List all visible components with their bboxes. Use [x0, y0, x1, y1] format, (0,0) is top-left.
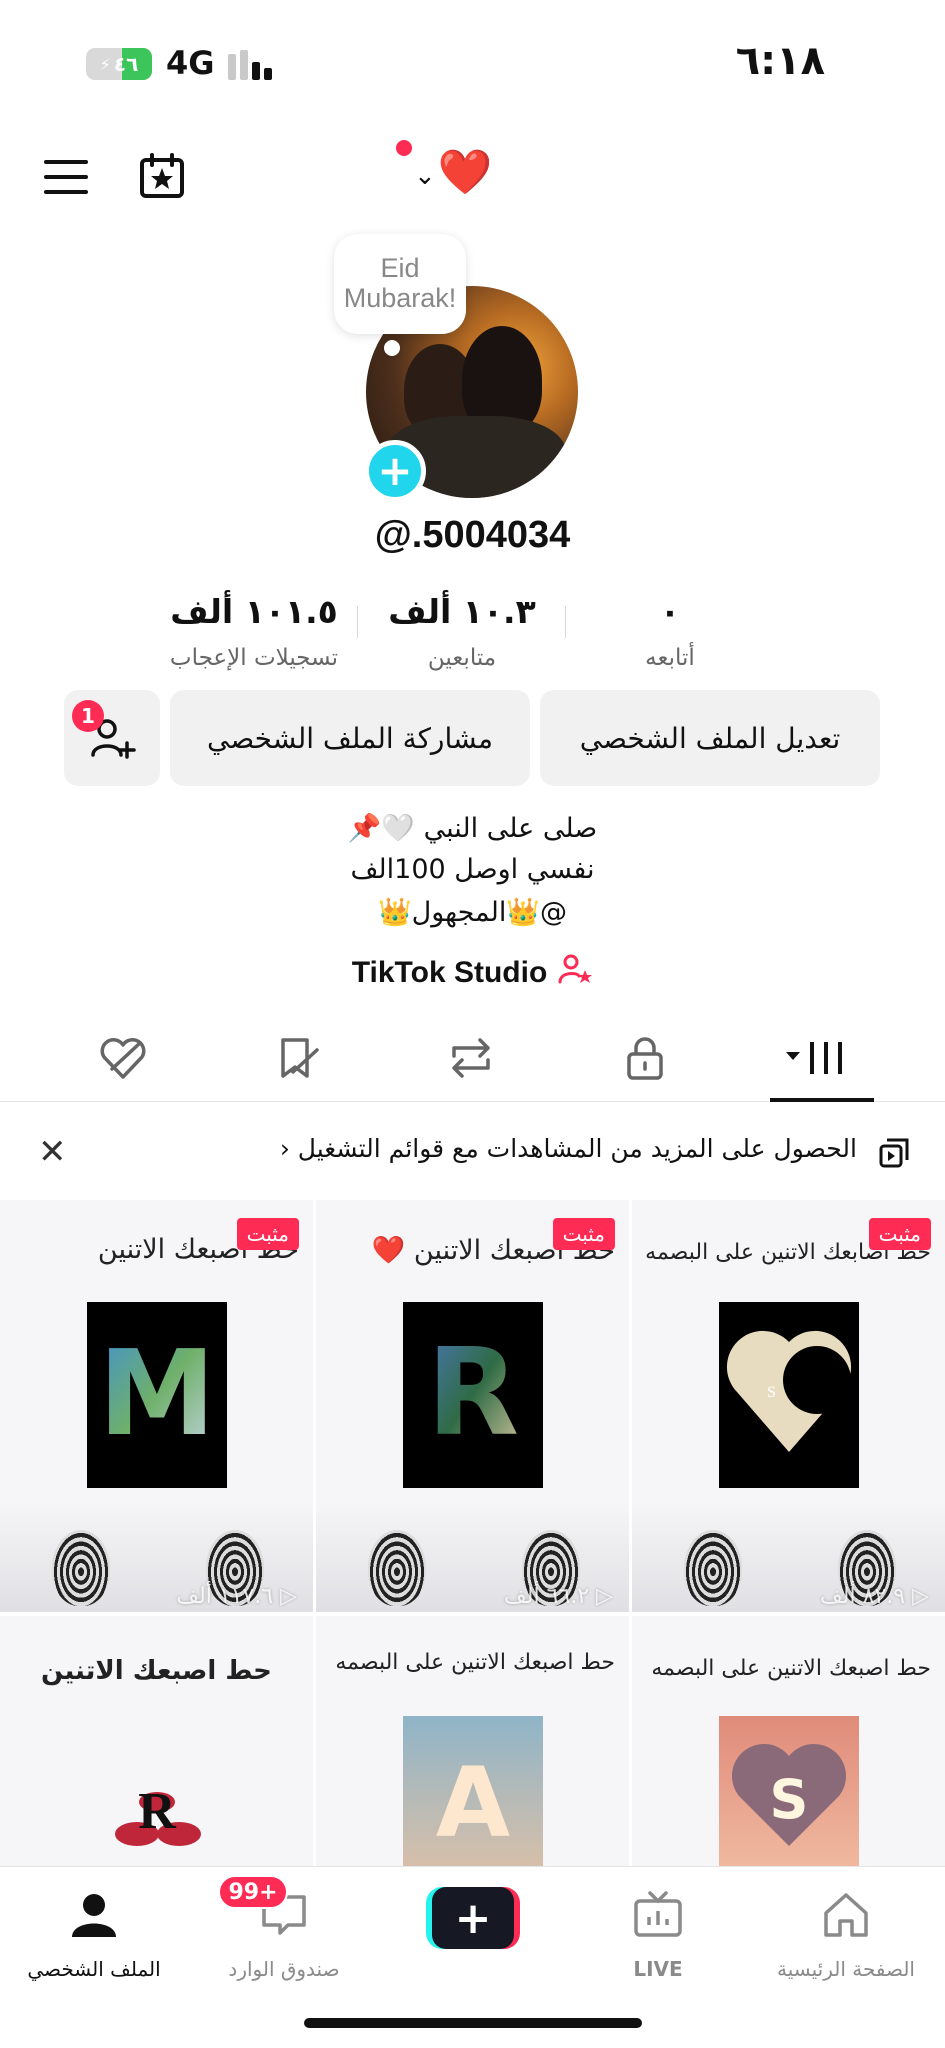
nav-profile[interactable]: الملف الشخصي — [4, 1879, 184, 1989]
status-bar: ⚡ ٤٦ 4G ٦:١٨ — [0, 0, 945, 120]
active-tab-indicator — [770, 1098, 874, 1102]
tab-liked[interactable] — [88, 1028, 158, 1088]
tiktok-studio-link[interactable]: TikTok Studio — [0, 952, 945, 994]
bookmark-hidden-icon — [281, 1038, 319, 1078]
video-tile[interactable]: حط اصبعك الاتنين على البصمه A — [316, 1616, 629, 1866]
video-thumbnail: A — [402, 1716, 543, 1866]
nav-home-label: الصفحة الرئيسية — [777, 1957, 915, 1981]
playlist-banner-link[interactable]: الحصول على المزيد من المشاهدات مع قوائم … — [280, 1134, 857, 1163]
video-tile[interactable]: حط اصبعك الاتنين R — [0, 1616, 313, 1866]
fingerprint-icon — [52, 1530, 110, 1606]
bubble-tail — [384, 340, 400, 356]
status-bubble[interactable]: Eid Mubarak! — [334, 234, 466, 334]
bio-line: نفسي اوصل 100الف — [350, 854, 595, 885]
home-indicator — [304, 2018, 642, 2028]
create-button[interactable]: + — [426, 1887, 520, 1949]
video-caption: حط اصبعك الاتنين — [41, 1656, 272, 1686]
bio-line: @👑المجهول👑 — [377, 897, 567, 928]
video-thumbnail: R — [87, 1716, 227, 1866]
video-grid: حط اصابعك الاتنين على البصمه مثبت S ▷ ٨٢… — [0, 1200, 945, 1866]
repost-icon — [452, 1038, 490, 1078]
account-switcher[interactable]: ⌄ ❤️ — [396, 136, 493, 208]
playlist-icon — [879, 1138, 909, 1168]
video-thumbnail: M — [86, 1302, 227, 1488]
tab-favorites[interactable] — [262, 1028, 332, 1088]
view-count: ▷ ٦٦.٢ ألف — [504, 1584, 613, 1609]
friend-request-badge: 1 — [72, 700, 104, 732]
chevron-left-icon: ‹ — [279, 1134, 290, 1163]
likes-count: ١٠١.٥ ألف — [170, 592, 338, 631]
pinned-badge: مثبت — [552, 1218, 615, 1250]
tab-reposts[interactable] — [436, 1028, 506, 1088]
thumbnail-letter: S — [769, 1768, 808, 1831]
account-emoji: ❤️ — [437, 147, 493, 198]
pinned-badge: مثبت — [236, 1218, 299, 1250]
followers-count: ١٠.٣ ألف — [388, 592, 536, 631]
calendar-star-icon[interactable] — [138, 152, 186, 200]
thumbnail-letter: M — [98, 1324, 215, 1462]
followers-stat[interactable]: ١٠.٣ ألف متابعين — [358, 592, 566, 682]
live-tv-icon — [634, 1891, 682, 1937]
video-tile[interactable]: حط اصبعك الاتنين على البصمه S — [632, 1616, 945, 1866]
view-count: ▷ ١١٧.٦ ألف — [176, 1584, 297, 1609]
video-tile[interactable]: حط اصبعك الاتنين مثبت M ▷ ١١٧.٦ ألف — [0, 1200, 313, 1612]
nav-live-label: LIVE — [633, 1957, 683, 1981]
tab-videos[interactable] — [784, 1028, 854, 1088]
signal-icon — [228, 48, 272, 80]
thumbnail-letter: R — [138, 1783, 177, 1840]
fingerprint-icon — [368, 1530, 426, 1606]
username: @.5004034 — [374, 514, 571, 556]
close-icon[interactable]: ✕ — [38, 1132, 67, 1172]
inbox-badge: 99+ — [218, 1875, 288, 1909]
playlist-banner: ✕ الحصول على المزيد من المشاهدات مع قوائ… — [0, 1104, 945, 1200]
thumbnail-letter: R — [426, 1324, 518, 1463]
video-caption: حط اصبعك الاتنين على البصمه — [335, 1650, 615, 1675]
chevron-down-icon: ⌄ — [414, 161, 436, 191]
add-story-button[interactable]: + — [364, 440, 426, 502]
video-thumbnail: R — [402, 1302, 543, 1488]
lock-icon — [627, 1037, 663, 1080]
following-count: ٠ — [659, 592, 681, 631]
likes-label: تسجيلات الإعجاب — [169, 645, 339, 671]
nav-profile-label: الملف الشخصي — [27, 1957, 161, 1981]
heart-hidden-icon — [100, 1038, 146, 1079]
battery-text: ٤٦ — [113, 52, 139, 76]
status-time: ٦:١٨ — [735, 38, 825, 84]
view-count: ▷ ٨٢.٩ ألف — [820, 1584, 929, 1609]
home-icon — [824, 1893, 868, 1937]
video-thumbnail: S — [718, 1302, 859, 1488]
thumbnail-letter: S — [767, 1384, 776, 1401]
nav-inbox-label: صندوق الوارد — [228, 1957, 340, 1981]
profile-stats: ٠ أتابعه ١٠.٣ ألف متابعين ١٠١.٥ ألف تسجي… — [150, 592, 774, 682]
edit-profile-button[interactable]: تعديل الملف الشخصي — [540, 690, 880, 786]
thumbnail-letter: A — [435, 1747, 509, 1859]
studio-label: TikTok Studio — [351, 956, 548, 989]
likes-stat[interactable]: ١٠١.٥ ألف تسجيلات الإعجاب — [150, 592, 358, 682]
nav-home[interactable]: الصفحة الرئيسية — [756, 1879, 936, 1989]
video-tile[interactable]: حط اصابعك الاتنين على البصمه مثبت S ▷ ٨٢… — [632, 1200, 945, 1612]
video-tile[interactable]: حط اصبعك الاتنين ❤️ مثبت R ▷ ٦٦.٢ ألف — [316, 1200, 629, 1612]
video-caption: حط اصبعك الاتنين على البصمه — [651, 1656, 931, 1681]
playlist-banner-text: الحصول على المزيد من المشاهدات مع قوائم … — [297, 1134, 857, 1163]
bio-line: صلى على النبي 🤍📌 — [347, 813, 598, 844]
pinned-badge: مثبت — [868, 1218, 931, 1250]
grid-dropdown-icon — [786, 1042, 842, 1074]
network-type: 4G — [166, 44, 215, 82]
menu-icon[interactable] — [44, 160, 88, 194]
plus-icon: + — [432, 1887, 514, 1949]
video-thumbnail: S — [718, 1716, 859, 1866]
tab-private[interactable] — [610, 1028, 680, 1088]
content-tabs — [0, 1022, 945, 1102]
profile-icon — [72, 1894, 116, 1937]
battery-icon: ⚡ ٤٦ — [86, 48, 152, 80]
nav-live[interactable]: LIVE — [568, 1879, 748, 1989]
followers-label: متابعين — [427, 645, 497, 671]
person-star-icon — [557, 952, 593, 994]
following-stat[interactable]: ٠ أتابعه — [566, 592, 774, 682]
share-profile-button[interactable]: مشاركة الملف الشخصي — [170, 690, 530, 786]
fingerprint-icon — [684, 1530, 742, 1606]
following-label: أتابعه — [645, 645, 695, 671]
